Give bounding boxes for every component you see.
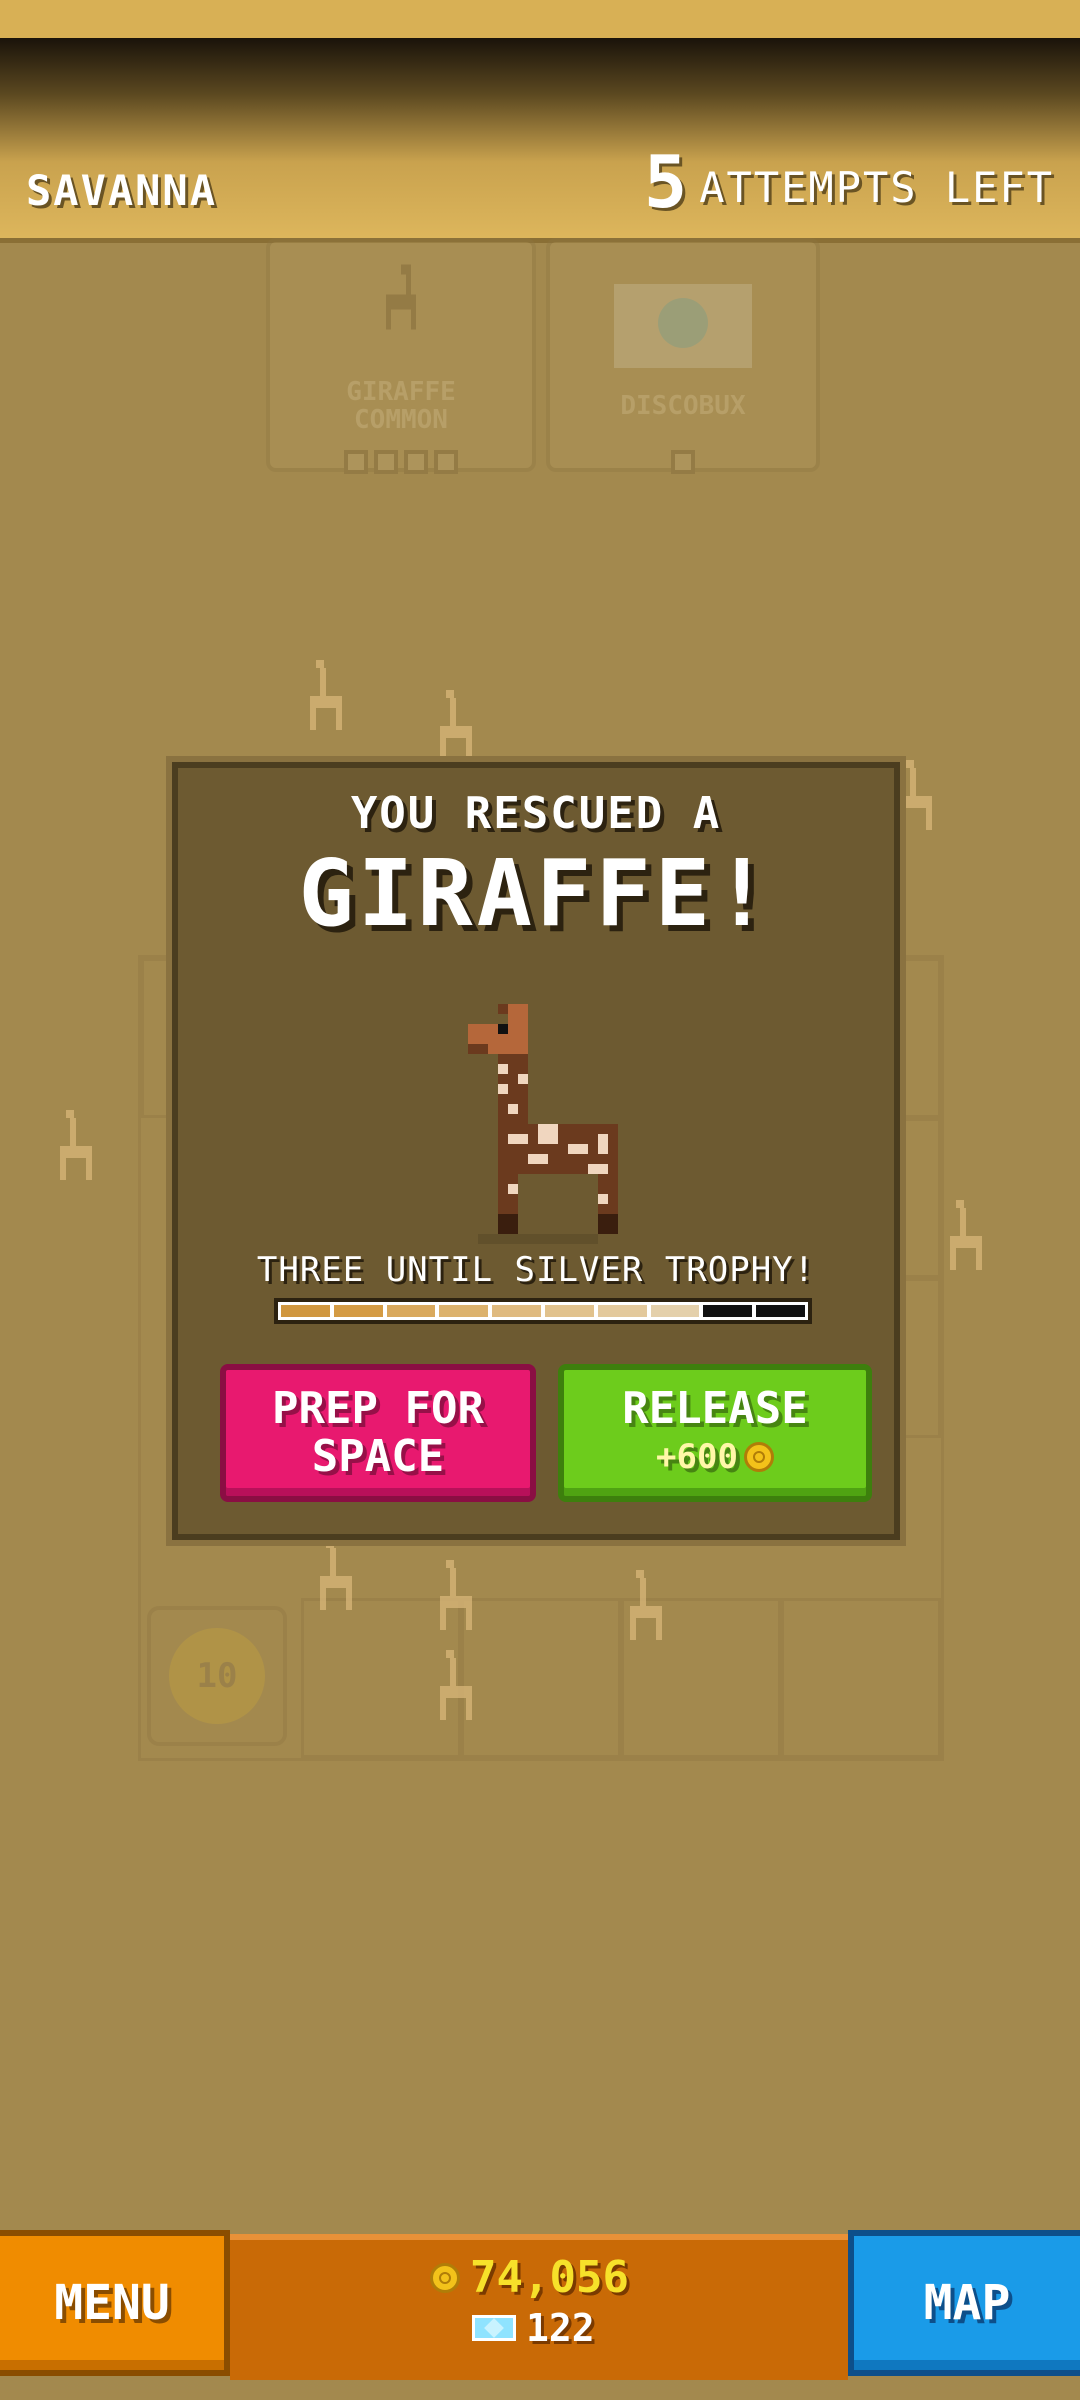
release-label: RELEASE	[622, 1383, 808, 1434]
giraffe-sprite	[468, 1004, 618, 1244]
giraffe-icon	[386, 264, 416, 330]
card-progress-boxes	[270, 450, 532, 474]
release-button[interactable]: RELEASE +600	[558, 1364, 872, 1502]
card-progress-boxes	[550, 450, 816, 474]
modal-heading: YOU RESCUED A	[350, 788, 722, 839]
rescue-modal: YOU RESCUED A GIRAFFE! THREE UNTIL SILVE…	[172, 762, 900, 1540]
level-header: SAVANNA 5 ATTEMPTS LEFT	[0, 38, 1080, 243]
status-bar	[0, 0, 1080, 38]
gem-balance: 122	[472, 2306, 595, 2350]
trophy-progress-bar	[274, 1298, 812, 1324]
progress-segment-filled	[492, 1305, 541, 1317]
coin-icon	[743, 1442, 774, 1472]
gem-icon	[472, 2315, 516, 2341]
prep-label-line-1: PREP FOR	[272, 1383, 484, 1434]
release-reward: +600	[656, 1433, 774, 1481]
progress-segment-filled	[333, 1305, 383, 1317]
coin-icon	[430, 2262, 460, 2293]
menu-button[interactable]: MENU	[0, 2230, 230, 2376]
coin-balance: 74,056	[430, 2252, 629, 2303]
card-label-1: GIRAFFE	[346, 377, 456, 407]
map-button[interactable]: MAP	[848, 2230, 1080, 2376]
discobux-icon	[614, 284, 752, 368]
release-reward-amount: +600	[656, 1437, 738, 1477]
card-label-2: COMMON	[354, 405, 448, 435]
card-label-1: DISCOBUX	[620, 391, 746, 421]
animal-name: GIRAFFE!	[298, 840, 774, 947]
coin-amount: 74,056	[470, 2252, 629, 2303]
progress-segment-filled	[650, 1305, 700, 1317]
card-discobux: DISCOBUX	[546, 238, 820, 474]
level-name: SAVANNA	[26, 166, 218, 215]
trophy-progress-text: THREE UNTIL SILVER TROPHY!	[256, 1250, 816, 1290]
progress-segment-filled	[544, 1305, 594, 1317]
progress-segment-filled	[281, 1305, 330, 1317]
progress-segment-filled	[597, 1305, 647, 1317]
card-giraffe-common: GIRAFFE COMMON	[266, 238, 536, 474]
prep-label-line-2: SPACE	[311, 1431, 445, 1482]
attempts-counter: 5 ATTEMPTS LEFT	[644, 146, 1054, 218]
attempts-label: ATTEMPTS LEFT	[699, 163, 1054, 212]
progress-segment-empty	[703, 1305, 753, 1317]
attempts-number: 5	[643, 140, 688, 224]
progress-segment-filled	[439, 1305, 489, 1317]
gem-amount: 122	[526, 2306, 595, 2350]
prep-for-space-button[interactable]: PREP FOR SPACE	[220, 1364, 536, 1502]
progress-segment-filled	[386, 1305, 436, 1317]
progress-segment-empty	[756, 1305, 805, 1317]
